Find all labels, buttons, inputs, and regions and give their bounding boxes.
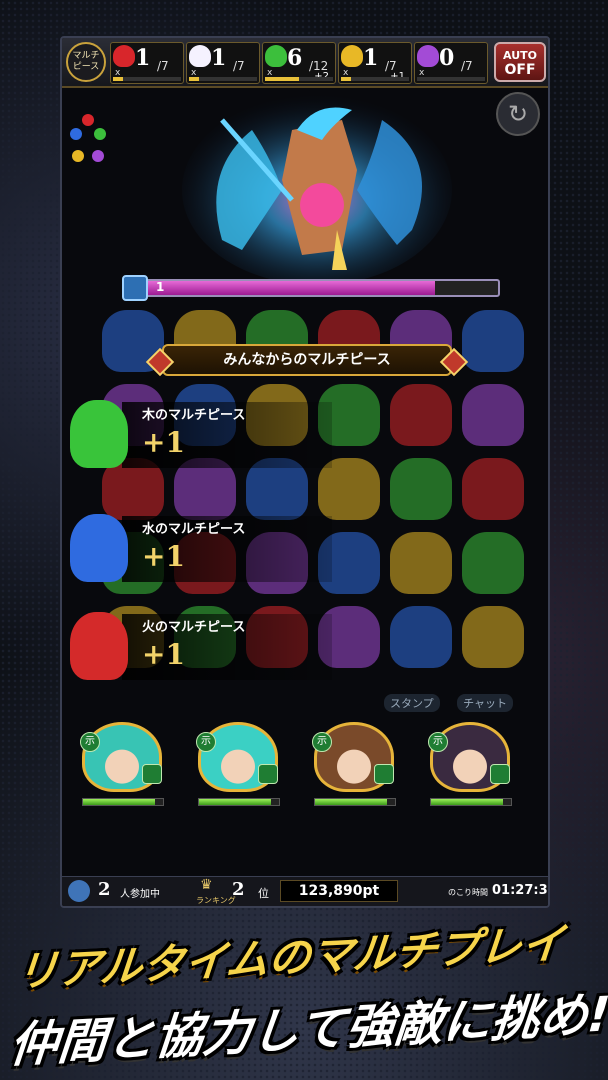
dark-piece-icon (417, 45, 439, 67)
promo-caption: リアルタイムのマルチプレイ 仲間と協力して強敵に挑め! (0, 910, 608, 1080)
attribute-badge-icon: 示 (196, 732, 216, 752)
chat-controls: スタンプ チャット (384, 694, 544, 714)
refresh-icon[interactable]: ↻ (496, 92, 540, 136)
piece-max: /7 (461, 59, 473, 73)
light-piece-icon (189, 45, 211, 67)
status-footer: 2 人参加中 ♛ ランキング 2 位 123,890pt のこり時間 01:27… (62, 876, 548, 906)
piece-counter-thunder: x1/7+1 (338, 42, 412, 84)
multi-piece-bar: マルチ ピース x1/7x1/7x6/12+2x1/7+1x0/7 AUTO O… (62, 38, 548, 88)
multi-piece-notification: 火のマルチピース +1 (62, 610, 362, 690)
boss-hp-bar: 1 (106, 275, 502, 301)
board-cell[interactable] (462, 458, 524, 520)
board-cell[interactable] (462, 532, 524, 594)
multi-piece-badge: マルチ ピース (66, 42, 106, 82)
party-member-2[interactable]: 示 (190, 718, 288, 812)
points-value: 123,890pt (280, 880, 398, 902)
wood-piece-icon (265, 45, 287, 67)
piece-count: 0 (439, 45, 455, 71)
party-members: 示示示示 (74, 718, 540, 814)
skill-grid-icon[interactable] (490, 764, 510, 784)
board-cell[interactable] (390, 458, 452, 520)
board-cell[interactable] (462, 384, 524, 446)
auto-state: OFF (504, 62, 536, 78)
banner-text: みんなからのマルチピース (223, 352, 391, 368)
piece-counter-light: x 1/7 (186, 42, 260, 84)
party-member-3[interactable]: 示 (306, 718, 404, 812)
participants-label: 人参加中 (120, 889, 160, 900)
piece-progress (417, 77, 485, 81)
boss-hp-frame (126, 279, 500, 297)
skill-grid-icon[interactable] (374, 764, 394, 784)
piece-max: /7 (157, 59, 169, 73)
multi-piece-notification: 木のマルチピース +1 (62, 398, 362, 478)
piece-figure-icon (70, 400, 128, 468)
piece-count: 1 (135, 45, 151, 71)
rank-unit: 位 (258, 887, 269, 900)
multi-piece-notification: 水のマルチピース +1 (62, 512, 362, 592)
piece-counter-fire: x 1/7 (110, 42, 184, 84)
remaining-time-label: のこり時間 (448, 888, 488, 897)
skill-grid-icon[interactable] (258, 764, 278, 784)
notification-amount: +1 (142, 426, 185, 459)
skill-grid-icon[interactable] (142, 764, 162, 784)
piece-max: /7 (233, 59, 245, 73)
participant-count: 2 (98, 879, 111, 900)
attribute-badge-icon: 示 (312, 732, 332, 752)
shield-icon (122, 275, 148, 301)
multi-piece-label: マルチ ピース (72, 51, 100, 72)
attribute-cycle-icon (68, 114, 108, 174)
crown-icon: ♛ (200, 877, 213, 893)
rank-value: 2 (232, 879, 245, 900)
piece-count: 1 (211, 45, 227, 71)
boss-level: 1 (156, 280, 165, 294)
member-hp-bar (430, 798, 512, 806)
ranking-label: ランキング (196, 896, 236, 905)
piece-progress (341, 77, 409, 81)
thunder-piece-icon (341, 45, 363, 67)
member-hp-bar (82, 798, 164, 806)
multi-piece-banner: みんなからのマルチピース (162, 344, 452, 376)
piece-figure-icon (70, 612, 128, 680)
notification-label: 火のマルチピース (142, 620, 246, 635)
member-hp-bar (314, 798, 396, 806)
party-member-4[interactable]: 示 (422, 718, 520, 812)
piece-counter-dark: x 0/7 (414, 42, 488, 84)
auto-label: AUTO (503, 49, 537, 62)
board-cell[interactable] (390, 606, 452, 668)
piece-count: 6 (287, 45, 303, 71)
piece-progress (113, 77, 181, 81)
game-screen: マルチ ピース x1/7x1/7x6/12+2x1/7+1x0/7 AUTO O… (60, 36, 550, 908)
party-member-1[interactable]: 示 (74, 718, 172, 812)
piece-count: 1 (363, 45, 379, 71)
chat-button[interactable]: チャット (457, 694, 514, 712)
stamp-button[interactable]: スタンプ (384, 694, 440, 712)
piece-figure-icon (70, 514, 128, 582)
attribute-badge-icon: 示 (428, 732, 448, 752)
auto-toggle-button[interactable]: AUTO OFF (494, 42, 546, 82)
member-hp-bar (198, 798, 280, 806)
fire-piece-icon (113, 45, 135, 67)
attribute-badge-icon: 示 (80, 732, 100, 752)
board-cell[interactable] (390, 384, 452, 446)
boss-monster (182, 95, 452, 280)
notification-label: 水のマルチピース (142, 522, 246, 537)
board-cell[interactable] (390, 532, 452, 594)
remaining-time: 01:27:34 (492, 883, 548, 898)
player-icon (68, 880, 90, 902)
piece-progress (265, 77, 333, 81)
board-cell[interactable] (462, 310, 524, 372)
notification-amount: +1 (142, 638, 185, 671)
piece-progress (189, 77, 257, 81)
notification-amount: +1 (142, 540, 185, 573)
boss-hp-fill (128, 281, 436, 295)
board-cell[interactable] (462, 606, 524, 668)
piece-counter-wood: x6/12+2 (262, 42, 336, 84)
notification-label: 木のマルチピース (142, 408, 246, 423)
